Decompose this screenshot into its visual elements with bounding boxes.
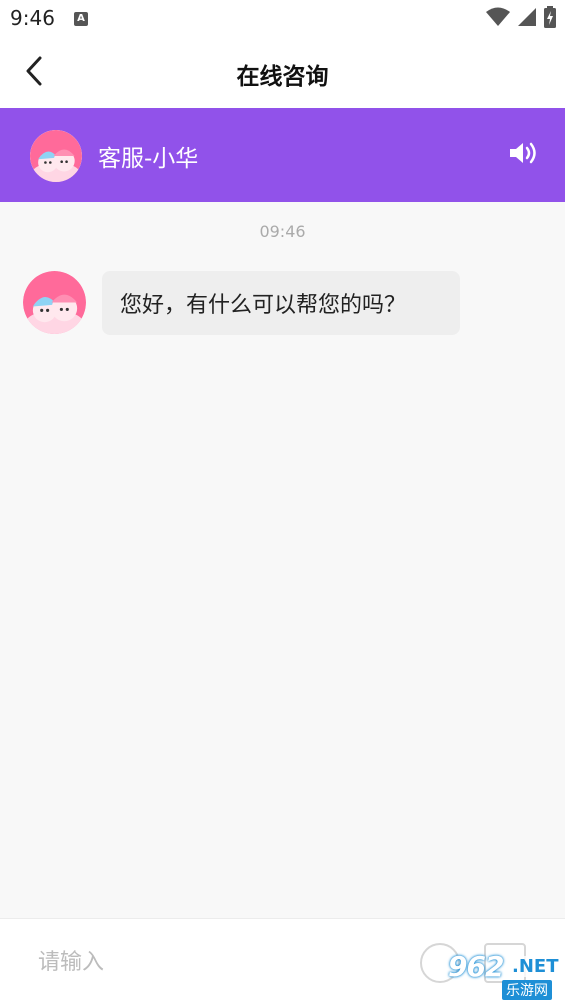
notification-badge: A (74, 12, 88, 26)
speaker-button[interactable] (507, 140, 541, 170)
nav-bar: 在线咨询 (0, 38, 565, 108)
message-text: 您好，有什么可以帮您的吗？ (120, 293, 407, 318)
message-bubble: 您好，有什么可以帮您的吗？ (102, 271, 460, 335)
agent-message-avatar (23, 271, 86, 334)
system-icons (485, 6, 557, 32)
agent-avatar (30, 130, 82, 182)
agent-name: 客服-小华 (98, 146, 199, 172)
chat-area: 09:46 您好，有什么可以帮您的吗？ (0, 202, 565, 918)
status-time: 9:46 (10, 6, 55, 30)
watermark-suffix: .NET (510, 956, 561, 977)
watermark: 962 .NET 乐游网 (426, 950, 561, 1000)
speaker-icon (508, 140, 540, 170)
watermark-site: 乐游网 (502, 980, 552, 1000)
message-timestamp: 09:46 (259, 222, 306, 241)
message-input[interactable] (38, 941, 398, 983)
agent-header: 客服-小华 (0, 108, 565, 202)
status-bar: 9:46 A (0, 0, 565, 38)
watermark-brand: 962 (448, 950, 504, 983)
battery-icon (543, 6, 557, 32)
page-title: 在线咨询 (236, 64, 329, 90)
cell-signal-icon (517, 7, 537, 31)
wifi-icon (485, 7, 511, 31)
